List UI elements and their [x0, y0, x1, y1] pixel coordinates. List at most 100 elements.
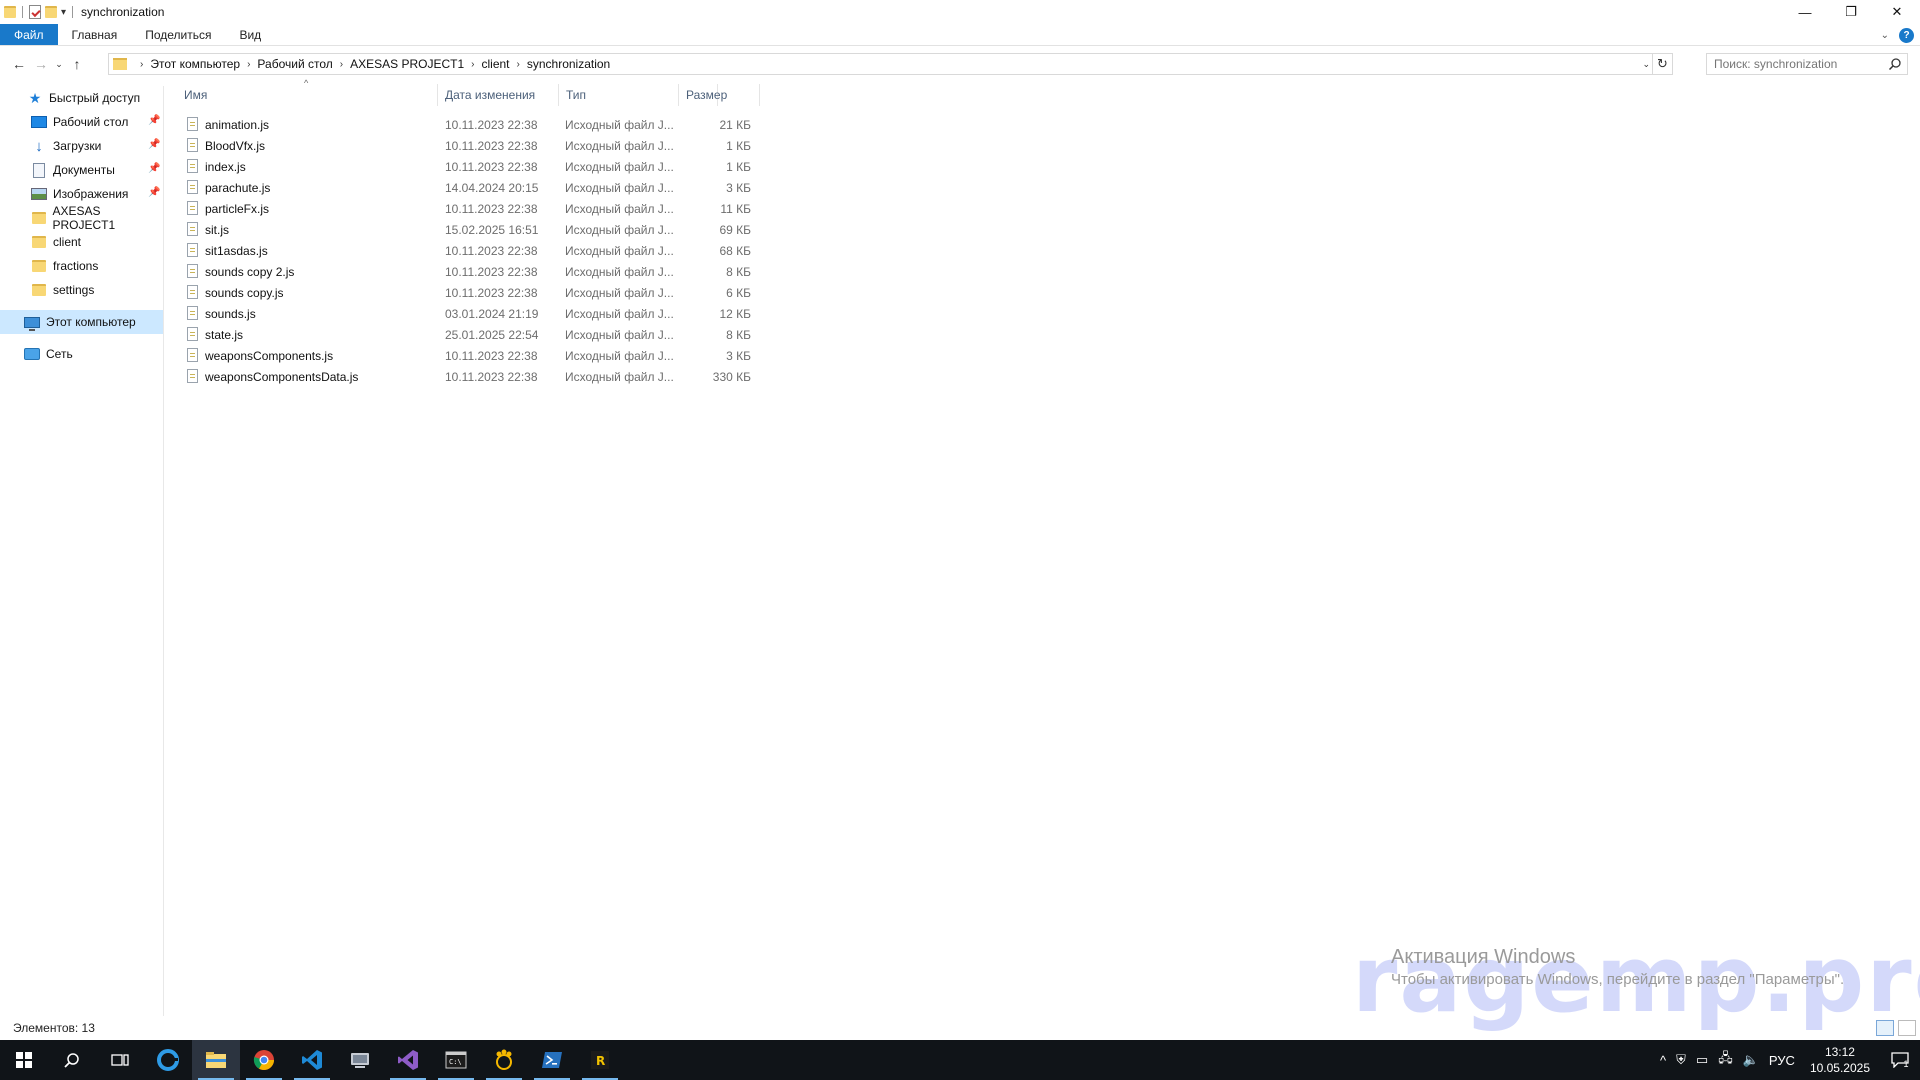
task-view-icon[interactable] [96, 1040, 144, 1080]
search-icon[interactable] [48, 1040, 96, 1080]
file-row[interactable]: weaponsComponents.js 10.11.2023 22:38 Ис… [166, 345, 760, 366]
powershell-icon[interactable] [528, 1040, 576, 1080]
recent-locations-icon[interactable]: ⌄ [52, 52, 66, 76]
file-row[interactable]: animation.js 10.11.2023 22:38 Исходный ф… [166, 114, 760, 135]
minimize-button[interactable]: — [1782, 0, 1828, 24]
search-input[interactable] [1714, 57, 1884, 71]
customize-toolbar-icon[interactable]: ▾ [61, 7, 66, 18]
file-row[interactable]: sit.js 15.02.2025 16:51 Исходный файл J.… [166, 219, 760, 240]
tab-share[interactable]: Поделиться [131, 24, 225, 45]
file-type: Исходный файл J... [565, 285, 674, 300]
address-dropdown-icon[interactable]: ⌄ [1642, 54, 1650, 74]
star-icon: ★ [28, 89, 42, 106]
nav-quick-access[interactable]: ★ Быстрый доступ [0, 86, 163, 110]
chevron-right-icon[interactable]: › [340, 59, 343, 70]
file-row[interactable]: state.js 25.01.2025 22:54 Исходный файл … [166, 324, 760, 345]
file-date: 10.11.2023 22:38 [445, 348, 538, 363]
nav-item-pictures[interactable]: Изображения 📌 [0, 182, 163, 206]
file-date: 10.11.2023 22:38 [445, 369, 538, 384]
chevron-right-icon[interactable]: › [517, 59, 520, 70]
close-button[interactable]: ✕ [1874, 0, 1920, 24]
svg-text:R: R [596, 1054, 605, 1068]
back-icon[interactable]: ← [8, 52, 30, 76]
large-icons-view-icon[interactable] [1898, 1020, 1916, 1036]
new-folder-icon[interactable] [45, 6, 57, 18]
tab-file[interactable]: Файл [0, 24, 58, 45]
file-row[interactable]: parachute.js 14.04.2024 20:15 Исходный ф… [166, 177, 760, 198]
pin-icon[interactable]: 📌 [148, 187, 160, 198]
breadcrumb-client[interactable]: client [481, 57, 509, 71]
tab-home[interactable]: Главная [58, 24, 132, 45]
app-icon[interactable] [336, 1040, 384, 1080]
file-name: sit1asdas.js [205, 243, 268, 258]
refresh-icon[interactable]: ↻ [1652, 54, 1672, 74]
breadcrumb-synchronization[interactable]: synchronization [527, 57, 610, 71]
nav-item-fractions[interactable]: fractions [0, 254, 163, 278]
chrome-icon[interactable] [240, 1040, 288, 1080]
notification-center-icon[interactable]: 1 [1880, 1040, 1920, 1080]
terminal-icon[interactable]: C:\ [432, 1040, 480, 1080]
chevron-right-icon[interactable]: › [471, 59, 474, 70]
folder-icon [4, 6, 16, 18]
file-row[interactable]: particleFx.js 10.11.2023 22:38 Исходный … [166, 198, 760, 219]
file-date: 10.11.2023 22:38 [445, 159, 538, 174]
activation-title: Активация Windows [1391, 946, 1576, 968]
vscode-icon[interactable] [288, 1040, 336, 1080]
nav-item-settings[interactable]: settings [0, 278, 163, 302]
network-tray-icon[interactable]: 🖧 [1718, 1049, 1733, 1071]
visual-studio-icon[interactable] [384, 1040, 432, 1080]
nav-item-documents[interactable]: Документы 📌 [0, 158, 163, 182]
edge-icon[interactable] [144, 1040, 192, 1080]
nav-item-desktop[interactable]: Рабочий стол 📌 [0, 110, 163, 134]
nav-item-downloads[interactable]: ↓ Загрузки 📌 [0, 134, 163, 158]
security-warning-icon[interactable]: ⛨ [1676, 1052, 1686, 1068]
file-row[interactable]: sounds copy.js 10.11.2023 22:38 Исходный… [166, 282, 760, 303]
tab-view[interactable]: Вид [225, 24, 275, 45]
file-row[interactable]: sit1asdas.js 10.11.2023 22:38 Исходный ф… [166, 240, 760, 261]
column-type[interactable]: Тип [559, 84, 679, 106]
up-icon[interactable]: ↑ [66, 52, 88, 76]
search-icon[interactable] [1888, 57, 1902, 71]
file-name: weaponsComponents.js [205, 348, 334, 363]
nav-item-this-pc[interactable]: Этот компьютер [0, 310, 163, 334]
details-view-icon[interactable] [1876, 1020, 1894, 1036]
forward-icon[interactable]: → [30, 52, 52, 76]
restore-button[interactable]: ❐ [1828, 0, 1874, 24]
address-bar[interactable]: › Этот компьютер › Рабочий стол › AXESAS… [108, 53, 1673, 75]
properties-icon[interactable] [29, 5, 41, 19]
help-icon[interactable]: ? [1899, 27, 1914, 43]
game-client-icon[interactable] [480, 1040, 528, 1080]
column-name[interactable]: Имя [166, 84, 438, 106]
rage-icon[interactable]: R [576, 1040, 624, 1080]
file-row[interactable]: sounds.js 03.01.2024 21:19 Исходный файл… [166, 303, 760, 324]
file-row[interactable]: weaponsComponentsData.js 10.11.2023 22:3… [166, 366, 760, 387]
chevron-up-icon[interactable]: ^ [1660, 1053, 1666, 1068]
column-size[interactable]: Размер [679, 84, 760, 106]
breadcrumb-project[interactable]: AXESAS PROJECT1 [350, 57, 464, 71]
file-date: 14.04.2024 20:15 [445, 180, 539, 195]
breadcrumb-desktop[interactable]: Рабочий стол [257, 57, 332, 71]
file-name: parachute.js [205, 180, 271, 195]
file-row[interactable]: BloodVfx.js 10.11.2023 22:38 Исходный фа… [166, 135, 760, 156]
clock[interactable]: 13:12 10.05.2025 [1810, 1044, 1870, 1076]
nav-item-network[interactable]: Сеть [0, 342, 163, 366]
pin-icon[interactable]: 📌 [148, 139, 160, 150]
file-row[interactable]: sounds copy 2.js 10.11.2023 22:38 Исходн… [166, 261, 760, 282]
file-row[interactable]: index.js 10.11.2023 22:38 Исходный файл … [166, 156, 760, 177]
expand-ribbon-icon[interactable]: ⌄ [1881, 30, 1889, 41]
search-box[interactable] [1706, 53, 1908, 75]
pin-icon[interactable]: 📌 [148, 163, 160, 174]
nav-item-axesas-project1[interactable]: AXESAS PROJECT1 [0, 204, 163, 232]
file-explorer-icon[interactable] [192, 1040, 240, 1080]
chevron-right-icon[interactable]: › [140, 59, 143, 70]
start-icon[interactable] [0, 1040, 48, 1080]
nav-item-client[interactable]: client [0, 230, 163, 254]
column-date[interactable]: Дата изменения [438, 84, 559, 106]
volume-muted-icon[interactable]: 🔈 [1743, 1052, 1759, 1068]
separator [72, 6, 74, 18]
breadcrumb-this-pc[interactable]: Этот компьютер [150, 57, 240, 71]
display-icon[interactable]: ▭ [1696, 1052, 1708, 1068]
chevron-right-icon[interactable]: › [247, 59, 250, 70]
pin-icon[interactable]: 📌 [148, 115, 160, 126]
language-indicator[interactable]: РУС [1769, 1053, 1795, 1068]
